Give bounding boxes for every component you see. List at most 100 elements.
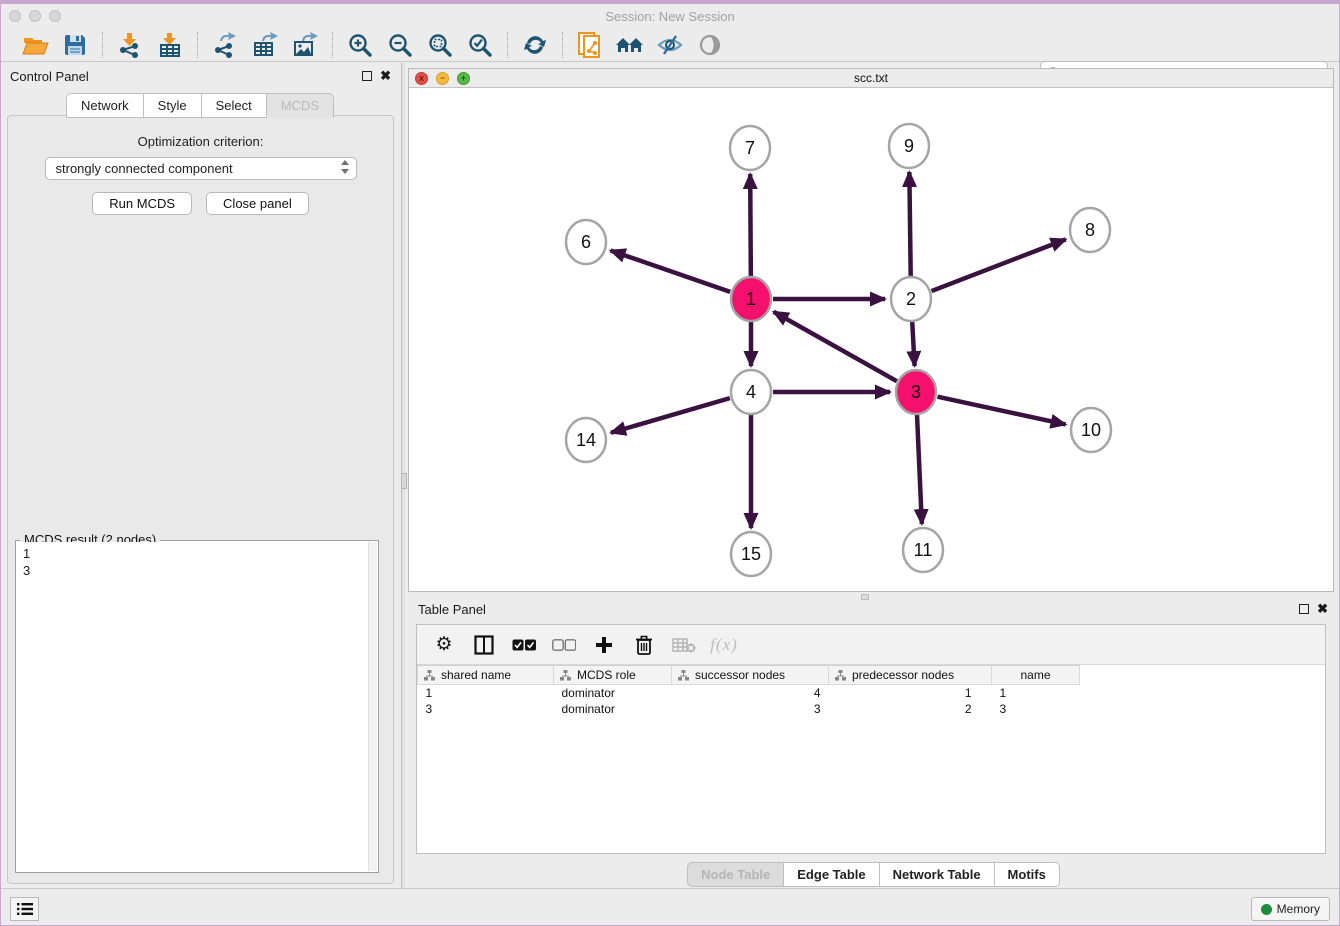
- import-network-icon[interactable]: [113, 31, 147, 59]
- graph-node-6[interactable]: 6: [566, 220, 606, 264]
- status-bar: Memory: [0, 888, 1340, 926]
- graph-node-2[interactable]: 2: [891, 277, 931, 321]
- graph-edge-1-6[interactable]: [611, 250, 731, 291]
- close-panel-button[interactable]: Close panel: [206, 192, 309, 215]
- import-table-icon[interactable]: [153, 31, 187, 59]
- tab-node-table[interactable]: Node Table: [687, 862, 784, 887]
- save-session-icon[interactable]: [58, 31, 92, 59]
- graph-node-15[interactable]: 15: [731, 532, 771, 576]
- home-icon[interactable]: [613, 31, 647, 59]
- graph-edge-2-3[interactable]: [912, 321, 914, 366]
- graph-node-11[interactable]: 11: [903, 528, 943, 572]
- graph-node-1[interactable]: 1: [731, 277, 771, 321]
- zoom-in-icon[interactable]: [343, 31, 377, 59]
- zoom-selected-icon[interactable]: [463, 31, 497, 59]
- float-panel-icon[interactable]: [362, 71, 372, 81]
- table-float-panel-icon[interactable]: [1299, 604, 1309, 614]
- export-table-icon[interactable]: [248, 31, 282, 59]
- graph-edge-1-7[interactable]: [750, 174, 751, 277]
- network-canvas[interactable]: 7 9 6 8 1 2 4 3 14 10 15 11: [409, 88, 1333, 591]
- mcds-result-text[interactable]: 1 3: [17, 542, 377, 871]
- table-panel-title: Table Panel: [418, 602, 486, 617]
- table-row[interactable]: 3 dominator 3 2 3: [418, 701, 1080, 717]
- dropdown-value: strongly connected component: [56, 161, 233, 176]
- run-mcds-button[interactable]: Run MCDS: [92, 192, 192, 215]
- graph-node-9[interactable]: 9: [889, 124, 929, 168]
- svg-text:11: 11: [914, 540, 933, 560]
- control-panel: Control Panel ✖ Network Style Select MCD…: [0, 63, 401, 888]
- hierarchy-icon: [835, 670, 846, 681]
- task-history-button[interactable]: [10, 897, 39, 921]
- delete-row-icon[interactable]: [631, 632, 657, 658]
- svg-text:10: 10: [1081, 420, 1101, 440]
- svg-text:4: 4: [746, 382, 756, 402]
- zoom-out-icon[interactable]: [383, 31, 417, 59]
- memory-button[interactable]: Memory: [1251, 897, 1330, 921]
- apply-layout-icon[interactable]: [518, 31, 552, 59]
- titlebar: Session: New Session: [0, 4, 1340, 28]
- svg-text:15: 15: [741, 544, 761, 564]
- vertical-splitter[interactable]: [401, 63, 405, 888]
- export-image-icon[interactable]: [288, 31, 322, 59]
- optimization-criterion-select[interactable]: strongly connected component: [45, 157, 357, 180]
- export-network-icon[interactable]: [208, 31, 242, 59]
- zoom-fit-icon[interactable]: [423, 31, 457, 59]
- result-scrollbar[interactable]: [368, 542, 377, 871]
- table-panel: Table Panel ✖ ⚙: [408, 596, 1340, 888]
- graph-node-3[interactable]: 3: [896, 370, 936, 414]
- svg-text:1: 1: [746, 289, 756, 309]
- table-tabs: Node Table Edge Table Network Table Moti…: [408, 862, 1340, 887]
- control-panel-tabs: Network Style Select MCDS: [0, 93, 401, 118]
- svg-text:8: 8: [1085, 220, 1095, 240]
- mcds-panel-body: Optimization criterion: strongly connect…: [7, 115, 394, 884]
- graph-edge-4-14[interactable]: [611, 398, 730, 433]
- graph-node-4[interactable]: 4: [731, 370, 771, 414]
- svg-text:3: 3: [911, 382, 921, 402]
- svg-text:9: 9: [904, 136, 914, 156]
- tab-edge-table[interactable]: Edge Table: [783, 862, 879, 887]
- tab-select[interactable]: Select: [201, 93, 267, 118]
- memory-label: Memory: [1277, 902, 1320, 916]
- show-panel-icon[interactable]: [693, 31, 727, 59]
- column-header-mcds-role[interactable]: MCDS role: [554, 666, 672, 685]
- tab-motifs[interactable]: Motifs: [994, 862, 1060, 887]
- graph-node-14[interactable]: 14: [566, 418, 606, 462]
- graph-node-10[interactable]: 10: [1071, 408, 1111, 452]
- tab-style[interactable]: Style: [143, 93, 202, 118]
- delete-table-icon: [671, 632, 697, 658]
- main-toolbar: [0, 28, 1340, 62]
- hierarchy-icon: [560, 670, 571, 681]
- column-header-predecessor-nodes[interactable]: predecessor nodes: [829, 666, 992, 685]
- graph-edge-3-1[interactable]: [774, 312, 897, 381]
- svg-text:7: 7: [745, 138, 755, 158]
- add-row-icon[interactable]: [591, 632, 617, 658]
- close-panel-icon[interactable]: ✖: [380, 71, 391, 81]
- graph-node-8[interactable]: 8: [1070, 208, 1110, 252]
- deselect-all-icon[interactable]: [551, 632, 577, 658]
- network-graph[interactable]: 7 9 6 8 1 2 4 3 14 10 15 11: [409, 88, 1333, 591]
- memory-status-icon: [1261, 904, 1272, 915]
- tab-network[interactable]: Network: [66, 93, 144, 118]
- column-header-name[interactable]: name: [992, 666, 1080, 685]
- chevron-up-down-icon: [340, 159, 350, 178]
- open-file-icon[interactable]: [18, 31, 52, 59]
- graph-node-7[interactable]: 7: [730, 126, 770, 170]
- select-all-icon[interactable]: [511, 632, 537, 658]
- show-columns-icon[interactable]: [471, 632, 497, 658]
- table-close-panel-icon[interactable]: ✖: [1317, 604, 1328, 614]
- column-header-shared-name[interactable]: shared name: [418, 666, 554, 685]
- network-window-titlebar[interactable]: x − + scc.txt: [409, 69, 1333, 88]
- tab-network-table[interactable]: Network Table: [879, 862, 995, 887]
- table-row[interactable]: 1 dominator 4 1 1: [418, 685, 1080, 701]
- column-header-successor-nodes[interactable]: successor nodes: [672, 666, 829, 685]
- graph-edge-2-8[interactable]: [932, 239, 1066, 291]
- window-title: Session: New Session: [0, 9, 1340, 24]
- graph-edge-3-10[interactable]: [937, 397, 1065, 425]
- graph-edge-2-9[interactable]: [909, 172, 910, 277]
- hide-panel-icon[interactable]: [653, 31, 687, 59]
- graph-edge-3-11[interactable]: [917, 414, 922, 524]
- mcds-result-box: MCDS result (2 nodes) 1 3: [15, 540, 379, 873]
- tab-mcds[interactable]: MCDS: [266, 93, 334, 118]
- table-settings-icon[interactable]: ⚙: [431, 632, 457, 658]
- session-details-icon[interactable]: [573, 31, 607, 59]
